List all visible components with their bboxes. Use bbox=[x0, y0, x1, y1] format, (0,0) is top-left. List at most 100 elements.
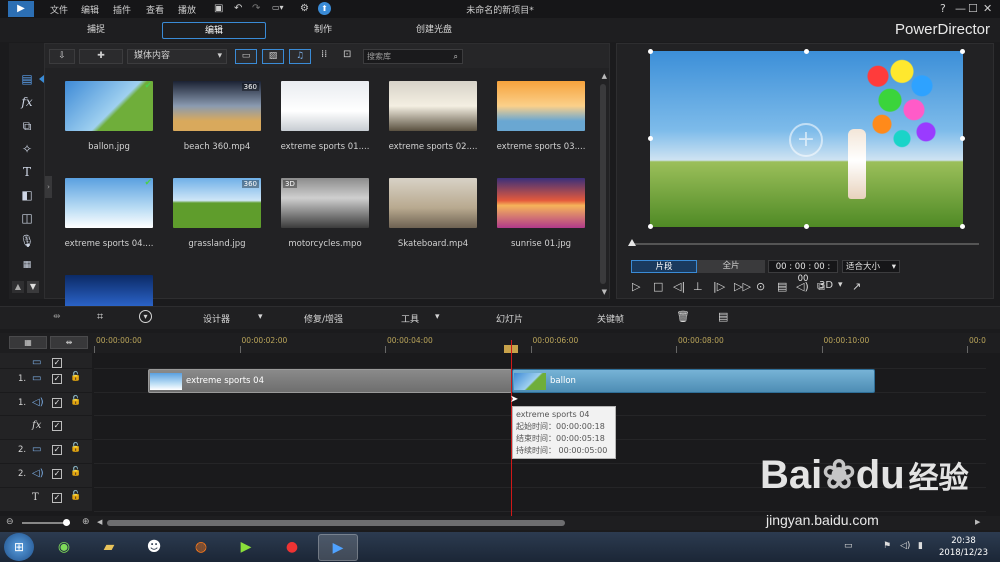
library-thumbnail[interactable] bbox=[497, 178, 585, 228]
zoom-out-icon[interactable]: ⊖ bbox=[6, 517, 14, 527]
help-icon[interactable]: ? bbox=[940, 2, 946, 15]
chevron-down-icon[interactable]: ▾ bbox=[435, 312, 440, 322]
library-search-input[interactable]: 搜索库 ⌕ bbox=[363, 49, 463, 64]
taskbar-powerdirector-icon[interactable]: ▶ bbox=[318, 534, 358, 561]
library-scrollbar[interactable] bbox=[600, 84, 606, 284]
search-icon[interactable]: ⌕ bbox=[454, 50, 458, 63]
library-thumbnail[interactable] bbox=[389, 81, 477, 131]
chevron-down-icon[interactable]: ▾ bbox=[258, 312, 263, 322]
timeline-ruler[interactable]: 00:00:00:00 00:00:02:00 00:00:04:00 00:00:0… bbox=[94, 333, 986, 353]
track-header[interactable]: 2. ◁) ✓ 🔓 bbox=[0, 464, 92, 488]
track-manager-icon[interactable]: ▦ bbox=[9, 336, 47, 349]
external-preview-icon[interactable]: ↗ bbox=[852, 280, 861, 293]
title-room-icon[interactable]: T bbox=[18, 164, 36, 180]
tray-keyboard-icon[interactable]: ▭ bbox=[844, 541, 853, 551]
timeline-h-scrollbar[interactable] bbox=[107, 520, 565, 526]
tray-flag-icon[interactable]: ⚑ bbox=[883, 541, 891, 551]
previous-frame-icon[interactable]: ◁| bbox=[673, 280, 685, 293]
close-button[interactable]: ✕ bbox=[983, 2, 992, 15]
timecode-display[interactable]: 00 : 00 : 00 : 00 bbox=[768, 260, 838, 284]
scroll-left-icon[interactable]: ◀ bbox=[97, 518, 102, 526]
plugin-puzzle-icon[interactable]: ✚ bbox=[79, 49, 123, 64]
track-lock-icon[interactable]: 🔓 bbox=[70, 491, 81, 501]
strip-down-icon[interactable]: ▼ bbox=[27, 281, 39, 293]
3d-label[interactable]: 3D bbox=[819, 280, 833, 291]
filter-video-icon[interactable]: ▭ bbox=[235, 49, 257, 64]
filter-audio-icon[interactable]: ♫ bbox=[289, 49, 311, 64]
seek-handle-icon[interactable] bbox=[628, 239, 636, 246]
tray-network-icon[interactable]: ▮ bbox=[918, 541, 923, 551]
tab-create-disc[interactable]: 创建光盘 bbox=[395, 22, 473, 39]
library-thumbnail[interactable] bbox=[281, 81, 369, 131]
play-icon[interactable]: ▷ bbox=[632, 280, 640, 293]
taskbar-360-icon[interactable]: ◉ bbox=[44, 534, 84, 561]
track-enable-checkbox[interactable]: ✓ bbox=[52, 398, 62, 408]
resize-handle[interactable] bbox=[648, 136, 653, 141]
zoom-in-icon[interactable]: ⊕ bbox=[82, 517, 90, 527]
library-filter-select[interactable]: 媒体内容 ▾ bbox=[127, 49, 227, 64]
resize-handle[interactable] bbox=[804, 224, 809, 229]
start-button-icon[interactable]: ⊞ bbox=[4, 533, 34, 561]
scroll-up-icon[interactable]: ▲ bbox=[602, 72, 607, 80]
stop-icon[interactable]: □ bbox=[653, 280, 663, 293]
tools-button[interactable]: 工具 bbox=[401, 312, 419, 325]
resize-handle[interactable] bbox=[960, 49, 965, 54]
clip-mode-button[interactable]: 片段 bbox=[631, 260, 697, 273]
subtitle-icon[interactable]: ▤ bbox=[777, 280, 787, 293]
taskbar-folder-icon[interactable]: ▰ bbox=[89, 534, 129, 561]
keyframe-button[interactable]: 关键帧 bbox=[597, 312, 624, 325]
voiceover-mic-icon[interactable]: 🎙 bbox=[18, 233, 36, 249]
transition-room-icon[interactable]: ◧ bbox=[18, 187, 36, 203]
resize-handle[interactable] bbox=[648, 49, 653, 54]
library-thumbnail[interactable]: ✔ bbox=[65, 178, 153, 228]
fx-room-icon[interactable]: fx bbox=[18, 94, 36, 110]
zoom-fit-select[interactable]: 适合大小 ▾ bbox=[842, 260, 900, 273]
taskbar-qq-icon[interactable]: ☻ bbox=[134, 534, 174, 561]
designer-button[interactable]: 设计器 bbox=[203, 312, 230, 325]
volume-icon[interactable]: ◁) bbox=[796, 280, 809, 293]
library-thumbnail[interactable] bbox=[497, 81, 585, 131]
chevron-down-icon[interactable]: ▾ bbox=[838, 280, 843, 290]
clip-properties-icon[interactable]: ▤ bbox=[718, 310, 728, 323]
resize-handle[interactable] bbox=[960, 136, 965, 141]
split-marker-icon[interactable]: ⊥ bbox=[693, 280, 703, 293]
scroll-down-icon[interactable]: ▼ bbox=[602, 288, 607, 296]
library-thumbnail[interactable]: ✔ bbox=[65, 81, 153, 131]
movie-mode-button[interactable]: 全片 bbox=[697, 260, 765, 273]
media-room-icon[interactable]: ▤ bbox=[18, 71, 36, 87]
slideshow-button[interactable]: 幻灯片 bbox=[496, 312, 523, 325]
add-center-icon[interactable]: + bbox=[789, 123, 823, 157]
track-header[interactable]: 2. ▭ ✓ 🔓 bbox=[0, 440, 92, 464]
library-thumbnail[interactable]: 3D bbox=[281, 178, 369, 228]
resize-handle[interactable] bbox=[648, 224, 653, 229]
track-lock-icon[interactable]: 🔓 bbox=[70, 443, 81, 453]
expand-view-icon[interactable]: ⊡ bbox=[343, 49, 351, 60]
next-frame-icon[interactable]: |▷ bbox=[713, 280, 725, 293]
tab-produce[interactable]: 制作 bbox=[285, 22, 361, 39]
crop-icon[interactable]: ⌗ bbox=[97, 310, 103, 324]
strip-up-icon[interactable]: ▲ bbox=[12, 281, 24, 293]
taskbar-record-icon[interactable]: ● bbox=[272, 534, 312, 561]
track-lock-icon[interactable]: 🔓 bbox=[70, 396, 81, 406]
zoom-slider-knob[interactable] bbox=[63, 519, 70, 526]
track-header[interactable]: T ✓ 🔓 bbox=[0, 488, 92, 512]
library-thumbnail[interactable]: 360 bbox=[173, 81, 261, 131]
fix-enhance-button[interactable]: 修复/增强 bbox=[304, 312, 343, 325]
track-header[interactable]: 1. ▭ ✓ 🔓 bbox=[0, 369, 92, 393]
resize-handle[interactable] bbox=[960, 224, 965, 229]
pip-room-icon[interactable]: ⧉ bbox=[18, 118, 36, 134]
maximize-button[interactable]: ☐ bbox=[968, 2, 978, 15]
minimize-button[interactable]: — bbox=[955, 2, 966, 15]
expand-panel-icon[interactable]: › bbox=[45, 176, 52, 198]
track-lock-icon[interactable]: 🔓 bbox=[70, 467, 81, 477]
more-options-icon[interactable]: ▾ bbox=[139, 310, 152, 323]
chapter-room-icon[interactable]: ▦ bbox=[18, 257, 36, 273]
track-enable-checkbox[interactable]: ✓ bbox=[52, 358, 62, 368]
track-enable-checkbox[interactable]: ✓ bbox=[52, 421, 62, 431]
track-header[interactable]: fx ✓ bbox=[0, 416, 92, 440]
audio-mixing-icon[interactable]: ◫ bbox=[18, 210, 36, 226]
library-thumbnail[interactable] bbox=[389, 178, 477, 228]
track-enable-checkbox[interactable]: ✓ bbox=[52, 469, 62, 479]
track-header[interactable]: 1. ◁) ✓ 🔓 bbox=[0, 393, 92, 416]
timeline-clip-extreme-sports[interactable]: extreme sports 04 bbox=[148, 369, 512, 393]
